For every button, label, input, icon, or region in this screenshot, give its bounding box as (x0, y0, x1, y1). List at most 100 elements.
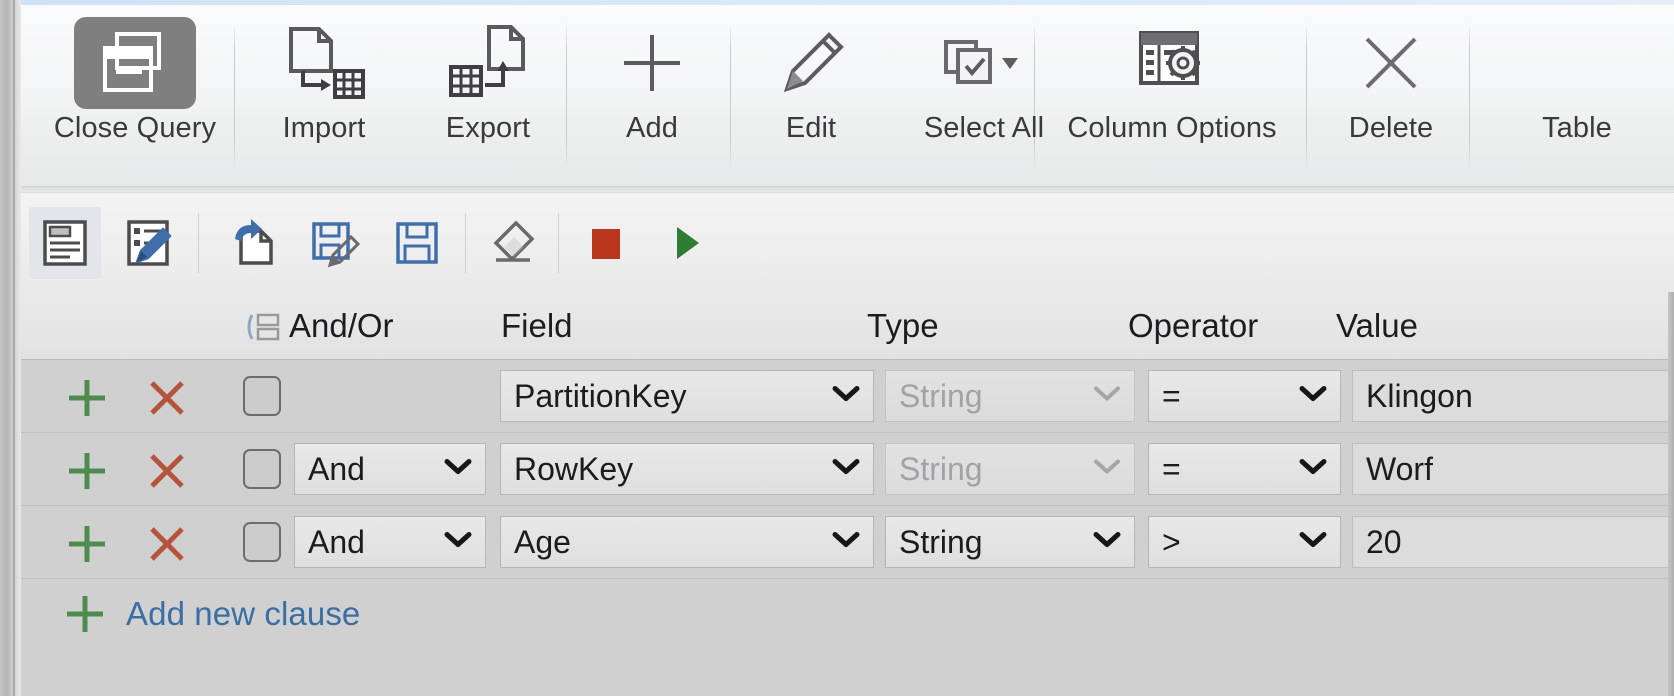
value-input-text: Worf (1366, 450, 1433, 487)
and-or-select-value: And (308, 450, 365, 487)
table-label: Table (1542, 112, 1612, 144)
group-checkbox[interactable] (243, 449, 281, 489)
add-button[interactable]: Add (612, 15, 692, 145)
type-select-value: String (899, 450, 983, 487)
add-label: Add (626, 112, 678, 144)
query-clause-grid: And/Or Field Type Operator Value Partiti… (21, 292, 1674, 696)
chevron-down-icon (1298, 385, 1328, 408)
save-query-button[interactable] (381, 207, 453, 279)
open-document-icon (235, 219, 273, 265)
operator-select[interactable]: = (1148, 443, 1341, 495)
stop-query-button[interactable] (570, 207, 642, 279)
chevron-down-icon (1298, 458, 1328, 481)
add-new-clause-button[interactable]: Add new clause (61, 590, 360, 638)
type-select[interactable]: String (885, 516, 1135, 568)
remove-row-button[interactable] (143, 374, 191, 427)
window-top-accent (21, 0, 1674, 5)
add-row-button[interactable] (63, 447, 111, 495)
export-button[interactable]: Export (445, 15, 531, 145)
operator-select[interactable]: > (1148, 516, 1341, 568)
query-toolbar-separator (558, 213, 559, 273)
add-row-button[interactable] (63, 374, 111, 422)
plus-icon (69, 380, 105, 416)
close-query-button[interactable]: Close Query (54, 15, 216, 145)
operator-select-value: > (1162, 523, 1181, 560)
run-query-button[interactable] (651, 207, 723, 279)
ribbon-separator (234, 23, 235, 169)
chevron-down-icon (443, 531, 473, 554)
value-input[interactable]: Worf (1352, 443, 1674, 495)
column-header-field: Field (501, 307, 573, 344)
field-select[interactable]: Age (500, 516, 874, 568)
column-options-label: Column Options (1067, 112, 1277, 144)
ribbon-separator (1306, 23, 1307, 169)
group-checkbox[interactable] (243, 376, 281, 416)
add-new-clause-label: Add new clause (126, 595, 361, 632)
export-icon (445, 15, 531, 111)
x-cross-icon (150, 381, 184, 415)
chevron-down-icon (831, 458, 861, 481)
group-clause-icon (247, 313, 280, 341)
field-select-value: RowKey (514, 450, 634, 487)
chevron-down-icon (1092, 385, 1122, 408)
and-or-select[interactable]: And (294, 443, 486, 495)
field-select[interactable]: RowKey (500, 443, 874, 495)
operator-select-value: = (1162, 377, 1181, 414)
edit-button[interactable]: Edit (771, 15, 851, 145)
grid-header-row: And/Or Field Type Operator Value (21, 292, 1674, 360)
select-all-label: Select All (923, 112, 1045, 144)
query-text-view-button[interactable] (29, 207, 101, 279)
x-cross-icon (150, 527, 184, 561)
operator-select[interactable]: = (1148, 370, 1341, 422)
pencil-icon (771, 15, 851, 111)
value-input-text: Klingon (1366, 377, 1473, 414)
plus-icon (612, 15, 692, 111)
window-left-edge-line (13, 0, 15, 696)
query-toolbar (21, 192, 1674, 293)
save-query-as-button[interactable] (298, 207, 370, 279)
clear-query-button[interactable] (476, 207, 548, 279)
import-icon (281, 15, 367, 111)
query-toolbar-separator (465, 213, 466, 273)
import-label: Import (282, 112, 366, 144)
column-options-icon (1127, 15, 1217, 111)
remove-row-button[interactable] (143, 520, 191, 573)
group-checkbox[interactable] (243, 522, 281, 562)
chevron-down-icon (831, 531, 861, 554)
query-toolbar-separator (198, 213, 199, 273)
delete-label: Delete (1348, 112, 1434, 144)
open-query-button[interactable] (217, 207, 289, 279)
delete-button[interactable]: Delete (1349, 15, 1433, 145)
type-select[interactable]: String (885, 443, 1135, 495)
x-cross-icon (1351, 15, 1431, 111)
play-triangle-icon (677, 227, 699, 259)
table-row: PartitionKey String = Klingon (21, 360, 1674, 432)
ribbon-separator (566, 23, 567, 169)
plus-icon (67, 596, 103, 632)
chevron-down-icon (1001, 58, 1018, 69)
window-left-edge (0, 0, 21, 696)
field-select-value: Age (514, 523, 571, 560)
document-pencil-icon (127, 220, 172, 266)
import-button[interactable]: Import (281, 15, 367, 145)
value-input[interactable]: 20 (1352, 516, 1674, 568)
table-row: And RowKey String = Worf (21, 433, 1674, 505)
add-row-button[interactable] (63, 520, 111, 568)
ribbon-toolbar: Close Query Import Export Add Edit Selec… (21, 5, 1674, 186)
value-input[interactable]: Klingon (1352, 370, 1674, 422)
query-edit-button[interactable] (113, 207, 185, 279)
type-select[interactable]: String (885, 370, 1135, 422)
ribbon-separator (730, 23, 731, 169)
column-options-button[interactable]: Column Options (1067, 15, 1277, 145)
document-text-icon (43, 220, 87, 266)
and-or-select[interactable]: And (294, 516, 486, 568)
ribbon-separator (1469, 23, 1470, 169)
select-all-button[interactable]: Select All (924, 15, 1044, 145)
remove-row-button[interactable] (143, 447, 191, 500)
field-select[interactable]: PartitionKey (500, 370, 874, 422)
close-query-icon (74, 17, 196, 109)
select-all-icon (938, 15, 1030, 111)
export-label: Export (445, 112, 531, 144)
table-button[interactable]: Table (1542, 15, 1612, 145)
edit-label: Edit (785, 112, 837, 144)
